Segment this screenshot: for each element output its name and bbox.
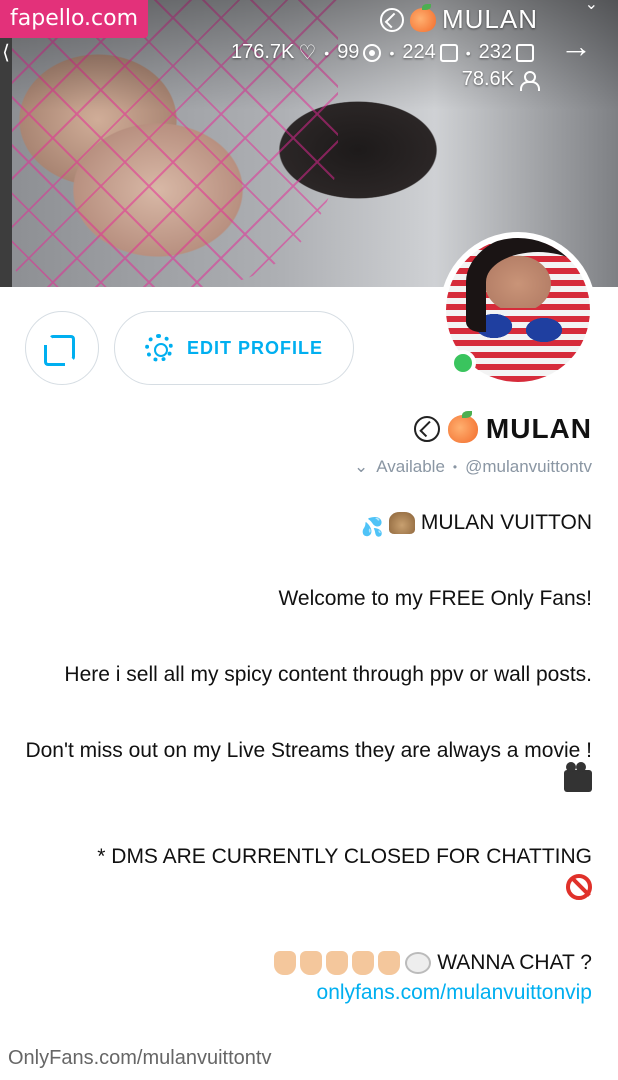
verified-icon: [379, 7, 404, 32]
likes-stat: 176.7K ♡: [231, 40, 316, 65]
photo-icon: [516, 43, 534, 62]
profile-handle: @mulanvuittontv: [465, 457, 592, 476]
share-icon: [44, 335, 75, 366]
profile-bio: 💦 MULAN VUITTON Welcome to my FREE Only …: [20, 508, 592, 1008]
separator: •: [465, 44, 471, 61]
separator: •: [324, 44, 330, 61]
bio-line: WANNA CHAT ?: [20, 948, 592, 978]
streams-stat: 99: [337, 41, 382, 64]
streams-count: 99: [337, 41, 360, 63]
gear-icon: [144, 334, 173, 362]
videos-stat: 224: [402, 41, 458, 64]
bio-text: Don't miss out on my Live Streams they a…: [25, 739, 592, 762]
edit-profile-button[interactable]: EDIT PROFILE: [114, 311, 354, 385]
separator: •: [389, 44, 395, 61]
chevron-left-icon[interactable]: ⟨: [0, 40, 12, 66]
photos-stat: 232: [479, 41, 534, 64]
photos-count: 232: [478, 41, 512, 63]
back-arrow-icon[interactable]: →: [560, 30, 592, 62]
pointing-hand-icon: [377, 951, 400, 976]
peach-icon: [447, 411, 478, 443]
pointing-hand-icon: [351, 951, 374, 976]
verified-icon: [413, 416, 440, 442]
pointing-hand-icon: [325, 951, 348, 976]
availability-status[interactable]: Available: [376, 457, 445, 477]
pointing-hand-icon: [299, 951, 322, 976]
heart-icon: ♡: [298, 42, 317, 64]
speech-bubble-icon: [405, 952, 432, 975]
goat-icon: [389, 512, 416, 535]
bio-line: Here i sell all my spicy content through…: [64, 663, 592, 686]
separator: •: [452, 460, 458, 474]
profile-name: MULAN: [413, 411, 592, 445]
bio-line: [20, 872, 592, 902]
bio-line: Don't miss out on my Live Streams they a…: [20, 736, 592, 796]
bio-line: 💦 MULAN VUITTON: [20, 508, 592, 538]
likes-count: 176.7K: [230, 41, 295, 63]
chevron-up-icon[interactable]: ⌄: [585, 0, 598, 14]
peach-icon: [409, 3, 436, 32]
bio-text: WANNA CHAT ?: [437, 951, 592, 974]
share-button[interactable]: [25, 311, 99, 385]
fans-count: 78.6K: [461, 68, 514, 90]
handle-row: ⌄ Available • @mulanvuittontv: [354, 457, 592, 477]
header-name: MULAN: [441, 4, 538, 34]
online-status-dot: [450, 350, 476, 376]
previous-strip[interactable]: ⟨: [0, 0, 12, 287]
bio-line: onlyfans.com/mulanvuittonvip: [20, 978, 592, 1008]
profile-stats: 176.7K ♡ • 99 • 224 • 232: [231, 40, 534, 65]
video-icon: [439, 43, 458, 62]
fans-icon: [520, 70, 540, 91]
footer-url: OnlyFans.com/mulanvuittontv: [8, 1047, 272, 1069]
sweat-drops-icon: 💦: [361, 517, 384, 538]
watermark: fapello.com: [0, 0, 149, 38]
live-icon: [363, 43, 382, 62]
pointing-hand-icon: [273, 951, 296, 976]
movie-camera-icon: [564, 762, 592, 793]
bio-line: * DMS ARE CURRENTLY CLOSED FOR CHATTING: [97, 845, 592, 868]
profile-name-text: MULAN: [485, 413, 592, 444]
header-title: MULAN: [379, 3, 538, 35]
edit-profile-label: EDIT PROFILE: [186, 337, 323, 358]
prohibited-icon: [566, 874, 592, 901]
bio-line: Welcome to my FREE Only Fans!: [278, 587, 592, 610]
videos-count: 224: [402, 41, 436, 63]
fans-stat: 78.6K: [461, 68, 540, 91]
bio-title: MULAN VUITTON: [420, 511, 592, 534]
bio-link[interactable]: onlyfans.com/mulanvuittonvip: [317, 981, 592, 1004]
chevron-down-icon[interactable]: ⌄: [354, 457, 368, 477]
